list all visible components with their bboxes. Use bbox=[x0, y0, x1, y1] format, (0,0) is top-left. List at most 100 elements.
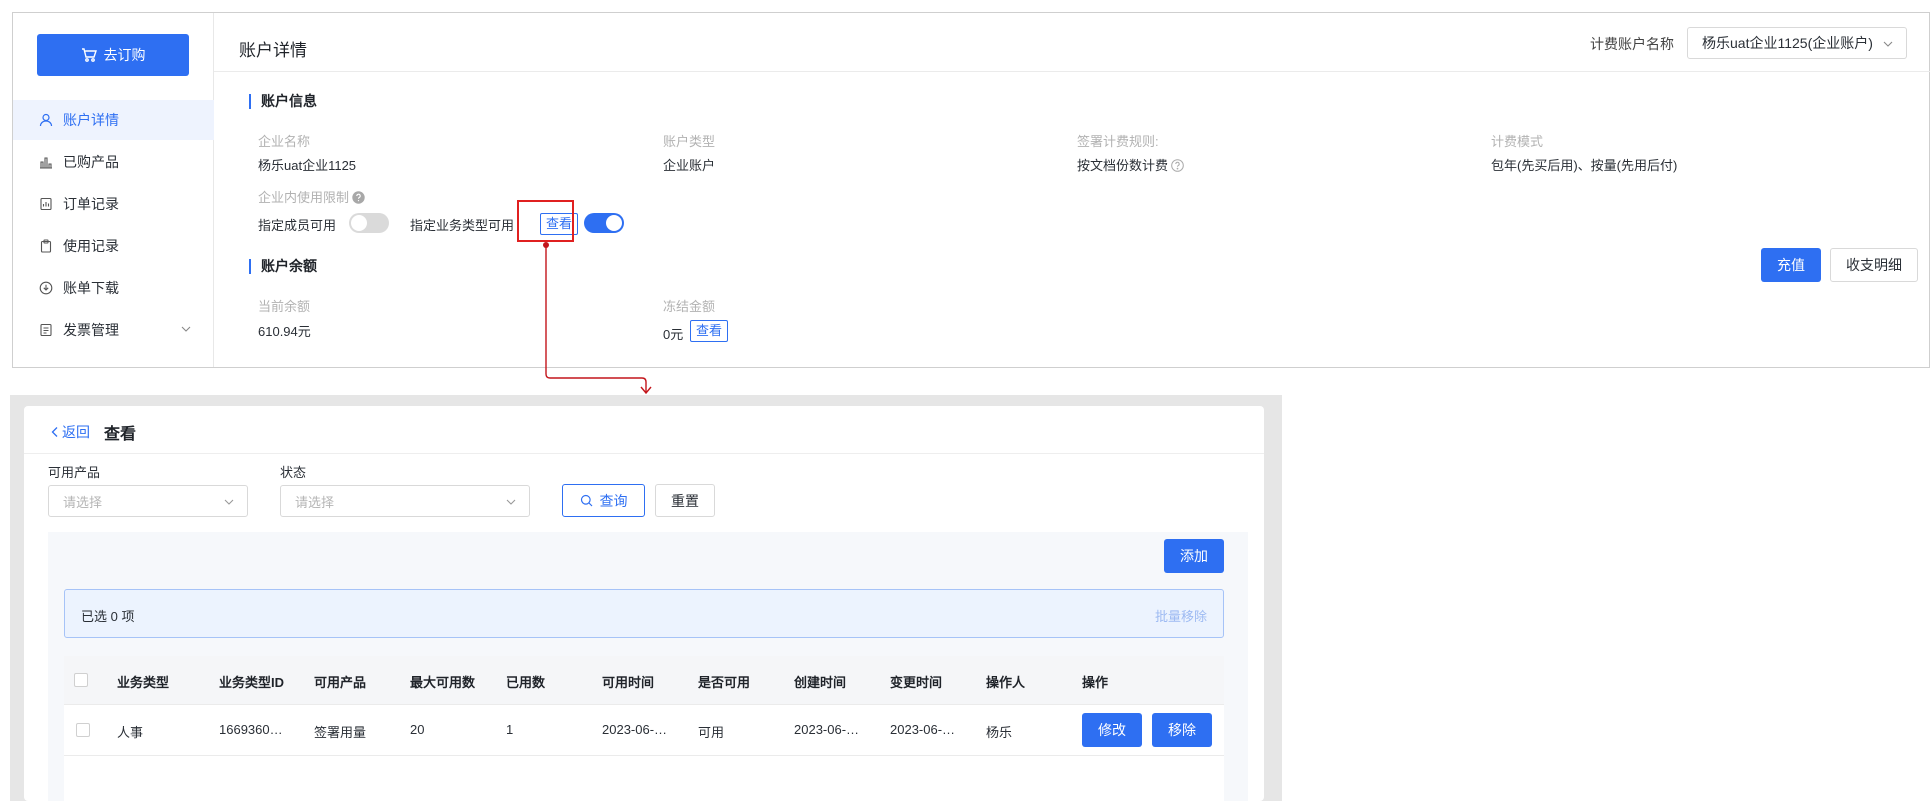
sidebar-item-label: 发票管理 bbox=[63, 322, 119, 338]
chevron-down-icon bbox=[224, 499, 234, 505]
sidebar-item-account-detail[interactable]: 账户详情 bbox=[13, 100, 214, 140]
query-button[interactable]: 查询 bbox=[562, 484, 645, 517]
transaction-detail-button[interactable]: 收支明细 bbox=[1830, 248, 1918, 282]
table-cell: 1 bbox=[506, 722, 514, 737]
status-filter-placeholder: 请选择 bbox=[295, 494, 335, 510]
chevron-down-icon bbox=[1883, 41, 1893, 47]
usage-limit-field: 企业内使用限制 bbox=[258, 187, 365, 206]
query-button-label: 查询 bbox=[599, 492, 628, 509]
table-cell: 人事 bbox=[117, 725, 144, 740]
chevron-down-icon bbox=[181, 326, 191, 332]
order-icon bbox=[40, 197, 52, 211]
sidebar-item-bill-download[interactable]: 账单下载 bbox=[13, 268, 214, 308]
highlight-box bbox=[517, 200, 574, 242]
billing-mode-label: 计费模式 bbox=[1491, 134, 1544, 149]
table-cell: 20 bbox=[410, 722, 425, 737]
column-header: 业务类型ID bbox=[219, 675, 285, 690]
biz-type-view-card: 返回 查看 可用产品 请选择 状态 请选择 查询 重置 添加 已选 0 项 批量… bbox=[24, 406, 1264, 801]
sidebar-item-purchased-products[interactable]: 已购产品 bbox=[13, 142, 214, 182]
invoice-icon bbox=[40, 323, 52, 337]
product-filter-placeholder: 请选择 bbox=[63, 494, 103, 510]
page-title: 账户详情 bbox=[239, 41, 307, 60]
table-cell: 杨乐 bbox=[986, 725, 1013, 740]
sidebar-item-label: 使用记录 bbox=[63, 238, 119, 254]
table-row: 人事 1669360… 签署用量 20 1 2023-06-… 可用 2023-… bbox=[64, 705, 1224, 756]
header-bar: 账户详情 计费账户名称 杨乐uat企业1125(企业账户) bbox=[214, 13, 1930, 72]
table-cell: 2023-06-… bbox=[602, 722, 668, 737]
clipboard-icon bbox=[40, 239, 52, 253]
status-filter-select[interactable]: 请选择 bbox=[280, 485, 530, 517]
member-limit-label: 指定成员可用 bbox=[258, 218, 337, 233]
reset-button[interactable]: 重置 bbox=[655, 484, 715, 517]
question-icon[interactable] bbox=[1171, 159, 1184, 172]
column-header: 是否可用 bbox=[698, 675, 751, 690]
table-cell: 2023-06-… bbox=[890, 722, 956, 737]
data-table: 业务类型 业务类型ID 可用产品 最大可用数 已用数 可用时间 是否可用 创建时… bbox=[64, 656, 1224, 801]
column-header: 业务类型 bbox=[117, 675, 170, 690]
current-balance-label: 当前余额 bbox=[258, 299, 311, 314]
biz-type-view-frame: 返回 查看 可用产品 请选择 状态 请选择 查询 重置 添加 已选 0 项 批量… bbox=[10, 395, 1282, 801]
current-balance-value: 610.94元 bbox=[258, 324, 311, 339]
billing-account-value: 杨乐uat企业1125(企业账户) bbox=[1702, 35, 1873, 51]
selected-count: 已选 0 项 bbox=[81, 609, 135, 624]
billing-mode-value: 包年(先买后用)、按量(先用后付) bbox=[1491, 158, 1678, 173]
back-link[interactable]: 返回 bbox=[50, 422, 90, 442]
column-header: 最大可用数 bbox=[410, 675, 476, 690]
main-content: 账户详情 计费账户名称 杨乐uat企业1125(企业账户) 账户信息 企业名称 … bbox=[214, 13, 1930, 367]
billing-account-select[interactable]: 杨乐uat企业1125(企业账户) bbox=[1687, 27, 1907, 59]
bar-chart-icon bbox=[40, 157, 52, 169]
member-limit-toggle[interactable] bbox=[349, 213, 389, 233]
company-name-value: 杨乐uat企业1125 bbox=[258, 158, 357, 173]
edit-button[interactable]: 修改 bbox=[1082, 713, 1142, 747]
batch-remove-link[interactable]: 批量移除 bbox=[1155, 606, 1207, 625]
search-icon bbox=[580, 494, 592, 507]
table-cell: 1669360… bbox=[219, 722, 283, 737]
product-filter-label: 可用产品 bbox=[48, 465, 101, 480]
back-link-label: 返回 bbox=[62, 424, 90, 440]
biz-type-limit-toggle[interactable] bbox=[584, 213, 624, 233]
account-info-title: 账户信息 bbox=[249, 94, 317, 109]
toggle-knob bbox=[351, 215, 367, 231]
account-balance-title: 账户余额 bbox=[249, 259, 317, 274]
order-button-label: 去订购 bbox=[103, 47, 146, 63]
column-header: 操作 bbox=[1082, 675, 1109, 690]
column-header: 可用时间 bbox=[602, 675, 655, 690]
order-button[interactable]: 去订购 bbox=[37, 34, 189, 76]
sidebar-item-label: 账单下载 bbox=[63, 280, 119, 296]
chevron-down-icon bbox=[506, 499, 516, 505]
company-name-label: 企业名称 bbox=[258, 134, 311, 149]
account-type-value: 企业账户 bbox=[663, 158, 716, 173]
row-checkbox[interactable] bbox=[76, 723, 90, 737]
sidebar: 去订购 账户详情 已购产品 订单记录 使用记录 账单下载 发票管理 bbox=[13, 13, 214, 367]
user-icon bbox=[39, 113, 53, 127]
sidebar-item-order-records[interactable]: 订单记录 bbox=[13, 184, 214, 224]
product-filter-select[interactable]: 请选择 bbox=[48, 485, 248, 517]
column-header: 变更时间 bbox=[890, 675, 943, 690]
column-header: 创建时间 bbox=[794, 675, 847, 690]
cart-icon bbox=[81, 48, 97, 62]
toggle-knob bbox=[606, 215, 622, 231]
usage-limit-label: 企业内使用限制 bbox=[258, 190, 350, 205]
view-page-title: 查看 bbox=[104, 426, 137, 443]
table-area: 添加 已选 0 项 批量移除 业务类型 业务类型ID 可用产品 最大可用数 已用… bbox=[48, 532, 1248, 801]
column-header: 操作人 bbox=[986, 675, 1026, 690]
view-frozen-button[interactable]: 查看 bbox=[690, 320, 729, 342]
chevron-left-icon bbox=[51, 427, 58, 437]
table-cell: 签署用量 bbox=[314, 725, 367, 740]
recharge-button[interactable]: 充值 bbox=[1761, 248, 1821, 282]
select-all-checkbox[interactable] bbox=[74, 673, 88, 687]
column-header: 已用数 bbox=[506, 675, 546, 690]
billing-rule-label: 签署计费规则: bbox=[1077, 134, 1159, 149]
billing-account-label: 计费账户名称 bbox=[1590, 36, 1674, 52]
column-header: 可用产品 bbox=[314, 675, 367, 690]
frozen-amount-label: 冻结金额 bbox=[663, 299, 716, 314]
add-button[interactable]: 添加 bbox=[1164, 539, 1224, 573]
sidebar-item-label: 已购产品 bbox=[63, 154, 119, 170]
selection-bar: 已选 0 项 批量移除 bbox=[64, 589, 1224, 638]
question-icon[interactable] bbox=[352, 191, 365, 204]
table-cell: 2023-06-… bbox=[794, 722, 860, 737]
remove-button[interactable]: 移除 bbox=[1152, 713, 1212, 747]
account-type-label: 账户类型 bbox=[663, 134, 716, 149]
sidebar-item-invoice-management[interactable]: 发票管理 bbox=[13, 310, 214, 350]
sidebar-item-usage-records[interactable]: 使用记录 bbox=[13, 226, 214, 266]
